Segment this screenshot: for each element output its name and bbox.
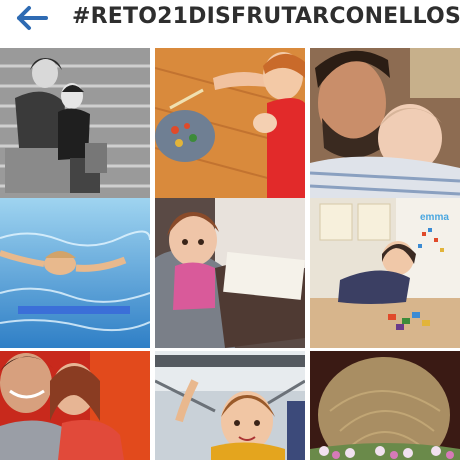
photo-girl-bridge (155, 351, 305, 460)
photo-baby-head-flowers (310, 351, 460, 460)
photo-tile-4[interactable] (0, 198, 150, 348)
photo-mother-child-stairs (0, 48, 150, 198)
arrow-left-icon (17, 6, 48, 30)
photo-child-swimming (0, 198, 150, 348)
photo-tile-5[interactable] (155, 198, 305, 348)
photo-mother-daughter-selfie (0, 351, 150, 460)
photo-girl-sofa (155, 198, 305, 348)
photo-tile-7[interactable] (0, 351, 150, 460)
image-caption-strip (18, 306, 130, 314)
photo-father-baby (310, 48, 460, 198)
photo-tile-9[interactable] (310, 351, 460, 460)
photo-tile-1[interactable] (0, 48, 150, 198)
photo-tile-3[interactable] (310, 48, 460, 198)
top-bar: #RETO21DISFRUTARCONELLOS (0, 0, 460, 40)
photo-child-painting (155, 48, 305, 198)
photo-grid: emma (0, 48, 460, 460)
photo-tile-6[interactable]: emma (310, 198, 460, 348)
page-title: #RETO21DISFRUTARCONELLOS (72, 4, 460, 29)
wall-letters: emma (420, 212, 449, 223)
photo-tile-8[interactable] (155, 351, 305, 460)
photo-tile-2[interactable] (155, 48, 305, 198)
back-button[interactable] (14, 2, 50, 34)
